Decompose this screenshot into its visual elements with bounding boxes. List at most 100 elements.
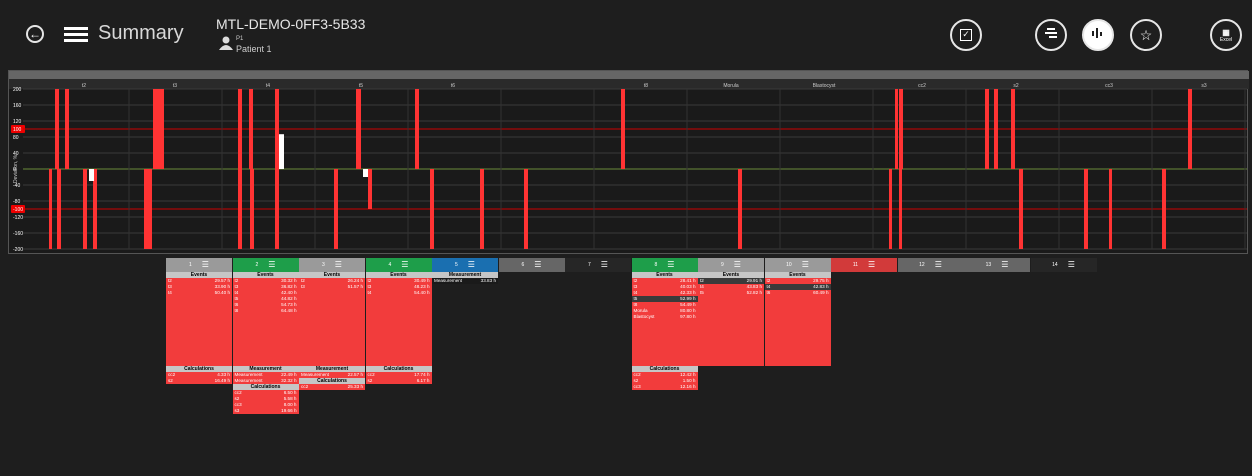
menu-button[interactable] — [64, 24, 88, 44]
bar — [65, 89, 69, 169]
column-label: cc2 — [918, 83, 926, 89]
card-number: 14 — [1052, 262, 1058, 268]
timeline-view-button[interactable] — [1035, 19, 1067, 51]
bar — [144, 169, 152, 249]
patient-name: Patient 1 — [236, 44, 272, 54]
card-header[interactable]: 13 ☰ — [964, 258, 1030, 272]
bar — [1084, 169, 1088, 249]
card-header[interactable]: 9 ☰ — [698, 258, 764, 272]
card-number: 6 — [521, 262, 525, 268]
y-tick-label: 200 — [13, 87, 22, 93]
card-header[interactable]: 8 ☰ — [631, 258, 698, 272]
embryo-card[interactable]: 4 ☰ Events t2 30.49 h t3 48.23 h t4 54.40 h Calcu… — [365, 258, 432, 384]
card-filler — [299, 290, 365, 366]
row-value: 50.40 h — [214, 290, 230, 295]
bar — [49, 169, 52, 249]
embryo-card[interactable]: 9 ☰ Events t2 29.91 h t4 43.83 h t5 52.82 h — [698, 258, 764, 366]
row-value: 25.33 h — [347, 384, 363, 389]
row-value: 52.82 h — [746, 290, 762, 295]
y-tick-label: -80 — [13, 199, 20, 205]
embryo-card[interactable]: 13 ☰ — [964, 258, 1030, 272]
hamburger-icon — [64, 26, 88, 30]
column-label: s2 — [1013, 83, 1019, 89]
bar — [480, 169, 484, 249]
bar — [895, 89, 898, 169]
embryo-card[interactable]: 1 ☰ Events t2 29.57 h t3 33.90 h t4 50.40 h Calcu… — [166, 258, 232, 384]
card-header[interactable]: 14 ☰ — [1030, 258, 1097, 272]
card-header[interactable]: 12 ☰ — [897, 258, 964, 272]
bar — [738, 169, 742, 249]
column-label: t5 — [359, 83, 363, 89]
embryo-card[interactable]: 12 ☰ — [897, 258, 964, 272]
annotate-button[interactable]: ✓ — [950, 19, 982, 51]
bar — [356, 89, 361, 169]
data-row: s3 19.66 h — [233, 408, 299, 414]
row-value: 12.16 h — [680, 384, 696, 389]
chart-view-button[interactable] — [1082, 19, 1114, 51]
column-label: s3 — [1201, 83, 1207, 89]
list-icon: ☰ — [534, 260, 542, 269]
card-number: 12 — [919, 262, 925, 268]
card-header[interactable]: 1 ☰ — [166, 258, 232, 272]
card-filler — [366, 296, 432, 366]
card-header[interactable]: 6 ☰ — [498, 258, 565, 272]
card-body: Measurement Measurement 33.83 h — [432, 272, 498, 284]
checkbox-icon: ✓ — [960, 29, 972, 41]
embryo-card[interactable]: 10 ☰ Events t2 29.75 h t4 42.83 h t6 60.49 h — [764, 258, 831, 366]
card-header[interactable]: 4 ☰ — [365, 258, 432, 272]
row-value: 16.49 h — [214, 378, 230, 383]
card-body: Events t2 29.75 h t4 42.83 h t6 60.49 h — [764, 272, 831, 366]
bar — [363, 169, 368, 177]
card-header[interactable]: 2 ☰ — [232, 258, 299, 272]
card-header[interactable]: 5 ☰ — [432, 258, 498, 272]
card-body: Events t2 29.57 h t3 33.90 h t4 50.40 h Calcula… — [166, 272, 232, 384]
embryo-card[interactable]: 11 ☰ — [831, 258, 897, 272]
embryo-card[interactable]: 2 ☰ Events t2 30.32 h t3 36.82 h t4 42.40 h t5 44.… — [232, 258, 299, 414]
data-row: Measurement 33.83 h — [432, 278, 498, 284]
excel-icon: ▦ — [1222, 27, 1230, 37]
bar — [985, 89, 989, 169]
card-header[interactable]: 7 ☰ — [565, 258, 631, 272]
list-icon: ☰ — [934, 260, 942, 269]
bar — [55, 89, 59, 169]
row-value: 6.17 h — [416, 378, 430, 383]
list-icon: ☰ — [201, 260, 209, 269]
card-number: 9 — [721, 262, 724, 268]
embryo-card[interactable]: 3 ☰ Events t2 26.24 h t3 51.57 h Measurement Mea… — [299, 258, 365, 390]
bar — [1188, 89, 1192, 169]
embryo-card[interactable]: 14 ☰ — [1030, 258, 1097, 272]
card-filler — [166, 296, 232, 366]
row-label: s2 — [168, 378, 173, 383]
data-row: cc3 12.16 h — [632, 384, 698, 390]
embryo-card[interactable]: 8 ☰ Events t2 28.41 h t3 40.03 h t4 42.33 h t5 52.… — [631, 258, 698, 390]
card-header[interactable]: 10 ☰ — [764, 258, 831, 272]
list-icon: ☰ — [401, 260, 409, 269]
card-number: 13 — [985, 262, 992, 268]
column-label: t6 — [451, 83, 455, 89]
data-row: s2 16.49 h — [166, 378, 232, 384]
list-icon: ☰ — [334, 260, 342, 269]
embryo-card[interactable]: 5 ☰ Measurement Measurement 33.83 h — [432, 258, 498, 284]
card-number: 11 — [852, 262, 859, 268]
card-header[interactable]: 3 ☰ — [299, 258, 365, 272]
favorite-button[interactable]: ☆ — [1130, 19, 1162, 51]
list-icon: ☰ — [268, 260, 276, 269]
embryo-card[interactable]: 7 ☰ — [565, 258, 631, 272]
card-header[interactable]: 11 ☰ — [831, 258, 897, 272]
bar — [621, 89, 625, 169]
row-label: Measurement — [434, 278, 463, 283]
card-number: 8 — [654, 262, 658, 268]
bar — [899, 169, 902, 249]
row-value: 22.57 h — [347, 372, 363, 377]
embryo-card[interactable]: 6 ☰ — [498, 258, 565, 272]
row-value: 60.49 h — [813, 290, 829, 295]
card-number: 3 — [322, 262, 325, 268]
column-label: t8 — [644, 83, 648, 89]
back-button[interactable]: ← — [26, 25, 44, 43]
bar — [994, 89, 998, 169]
excel-export-button[interactable]: ▦ Excel — [1210, 19, 1242, 51]
column-header-band — [9, 79, 1249, 89]
deviation-chart: t2 t3 t4 t5 t6 t8 Morula Blastocyst cc2 s2 cc3 s3 20… — [8, 70, 1249, 254]
bar — [1011, 89, 1015, 169]
card-number: 2 — [255, 262, 259, 268]
